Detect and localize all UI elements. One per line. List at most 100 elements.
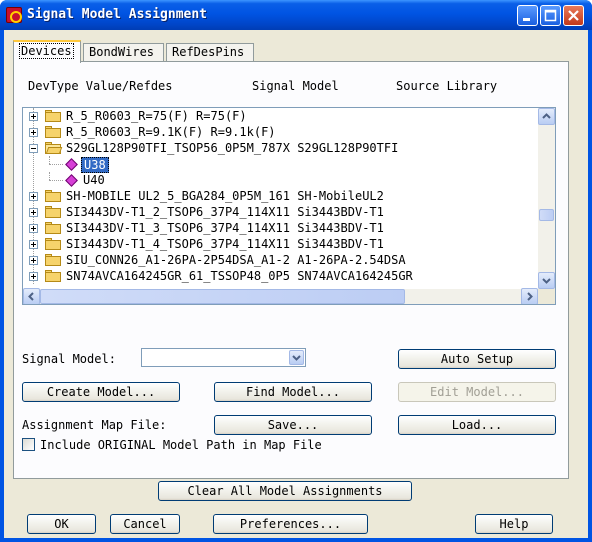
tree-item-label: SN74AVCA164245GR_61_TSSOP48_0P5 SN74AVCA…	[66, 269, 413, 283]
assignment-map-label: Assignment Map File:	[22, 418, 167, 432]
tree-item-label: SH-MOBILE UL2_5_BGA284_0P5M_161 SH-Mobil…	[66, 189, 384, 203]
chevron-left-icon	[28, 292, 34, 301]
tab-bondwires[interactable]: BondWires	[83, 43, 164, 62]
tree-device-item[interactable]: SIU_CONN26_A1-26PA-2P54DSA_A1-2 A1-26PA-…	[23, 252, 538, 268]
clear-all-assignments-button[interactable]: Clear All Model Assignments	[158, 481, 412, 501]
tree-item-label: SI3443DV-T1_4_TSOP6_37P4_114X11 Si3443BD…	[66, 237, 384, 251]
tab-devices[interactable]: Devices	[13, 40, 81, 63]
expand-icon[interactable]	[29, 192, 38, 201]
pin-icon	[65, 174, 78, 187]
find-model-button[interactable]: Find Model...	[214, 382, 372, 402]
expand-icon[interactable]	[29, 272, 38, 281]
folder-icon	[45, 254, 61, 266]
scroll-corner	[538, 289, 555, 304]
horizontal-scroll-thumb[interactable]	[40, 289, 405, 304]
column-signal-model: Signal Model	[252, 79, 339, 93]
vertical-scroll-thumb[interactable]	[539, 209, 554, 221]
tree-device-item[interactable]: SI3443DV-T1_4_TSOP6_37P4_114X11 Si3443BD…	[23, 236, 538, 252]
tree-device-item[interactable]: R_5_R0603_R=9.1K(F) R=9.1k(F)	[23, 124, 538, 140]
devices-panel: DevType Value/Refdes Signal Model Source…	[13, 61, 569, 501]
folder-icon	[45, 190, 61, 202]
auto-setup-button[interactable]: Auto Setup	[398, 349, 556, 369]
tab-bondwires-label: BondWires	[89, 45, 155, 59]
tree-item-label: R_5_R0603_R=75(F) R=75(F)	[66, 109, 247, 123]
device-tree[interactable]: R_5_R0603_R=75(F) R=75(F) R_5_R0603_R=9.1…	[22, 107, 556, 305]
tab-refdespins[interactable]: RefDesPins	[166, 43, 254, 62]
column-headers: DevType Value/Refdes Signal Model Source…	[14, 79, 568, 95]
tree-child-item[interactable]: U40	[23, 172, 538, 188]
minimize-icon	[523, 18, 530, 21]
column-devtype: DevType Value/Refdes	[28, 79, 173, 93]
chevron-right-icon	[527, 292, 533, 301]
chevron-down-icon	[292, 355, 301, 361]
tree-device-item[interactable]: SH-MOBILE UL2_5_BGA284_0P5M_161 SH-Mobil…	[23, 188, 538, 204]
create-model-button[interactable]: Create Model...	[22, 382, 180, 402]
dialog-client: Devices BondWires RefDesPins DevType Val…	[4, 30, 588, 538]
tree-item-label: U38	[81, 157, 109, 173]
scroll-up-button[interactable]	[538, 108, 555, 125]
scroll-down-button[interactable]	[538, 272, 555, 289]
save-button[interactable]: Save...	[214, 415, 372, 435]
pin-icon	[65, 158, 78, 171]
expand-icon[interactable]	[29, 112, 38, 121]
chevron-down-icon	[542, 278, 551, 284]
ok-button[interactable]: OK	[27, 514, 96, 534]
expand-icon[interactable]	[29, 256, 38, 265]
folder-icon	[45, 110, 61, 122]
tree-connector-line	[49, 164, 63, 165]
folder-icon	[45, 238, 61, 250]
app-icon[interactable]	[6, 7, 22, 23]
include-original-path-checkbox[interactable]	[22, 438, 35, 451]
edit-model-button[interactable]: Edit Model...	[398, 382, 556, 402]
window-title: Signal Model Assignment	[27, 7, 208, 22]
tree-device-item[interactable]: S29GL128P90TFI_TSOP56_0P5M_787X S29GL128…	[23, 140, 538, 156]
signal-model-select[interactable]	[141, 348, 306, 367]
maximize-icon	[544, 9, 557, 22]
expand-icon[interactable]	[29, 208, 38, 217]
maximize-button[interactable]	[540, 5, 561, 26]
tree-rows: R_5_R0603_R=75(F) R=75(F) R_5_R0603_R=9.1…	[23, 108, 538, 289]
vertical-scrollbar[interactable]	[538, 108, 555, 289]
tree-connector-line	[49, 180, 63, 181]
folder-icon	[45, 126, 61, 138]
scroll-right-button[interactable]	[521, 288, 538, 304]
expand-icon[interactable]	[29, 224, 38, 233]
cancel-button[interactable]: Cancel	[110, 514, 180, 534]
tree-device-item[interactable]: R_5_R0603_R=75(F) R=75(F)	[23, 108, 538, 124]
collapse-icon[interactable]	[29, 144, 38, 153]
column-source-library: Source Library	[396, 79, 498, 93]
tree-device-item[interactable]: SI3443DV-T1_3_TSOP6_37P4_114X11 Si3443BD…	[23, 220, 538, 236]
tab-refdespins-label: RefDesPins	[172, 45, 245, 59]
help-button[interactable]: Help	[475, 514, 553, 534]
dialog-window: Signal Model Assignment Devices BondWire…	[0, 0, 592, 542]
signal-model-dropdown-button[interactable]	[289, 350, 304, 365]
chevron-up-icon	[542, 113, 551, 119]
tree-item-label: R_5_R0603_R=9.1K(F) R=9.1k(F)	[66, 125, 276, 139]
signal-model-label: Signal Model:	[22, 352, 116, 366]
load-button[interactable]: Load...	[398, 415, 556, 435]
tab-devices-label: Devices	[19, 43, 74, 59]
tree-item-label: SI3443DV-T1_2_TSOP6_37P4_114X11 Si3443BD…	[66, 205, 384, 219]
tree-device-item[interactable]: SI3443DV-T1_2_TSOP6_37P4_114X11 Si3443BD…	[23, 204, 538, 220]
close-button[interactable]	[563, 5, 584, 26]
tree-connector-line	[49, 172, 50, 180]
minimize-button[interactable]	[517, 5, 538, 26]
folder-icon	[45, 142, 63, 154]
title-bar[interactable]: Signal Model Assignment	[0, 0, 592, 30]
folder-icon	[45, 206, 61, 218]
tree-device-item[interactable]: SN74AVCA164245GR_61_TSSOP48_0P5 SN74AVCA…	[23, 268, 538, 284]
folder-icon	[45, 270, 61, 282]
preferences-button[interactable]: Preferences...	[213, 514, 368, 534]
tree-item-label: SI3443DV-T1_3_TSOP6_37P4_114X11 Si3443BD…	[66, 221, 384, 235]
include-original-path-label: Include ORIGINAL Model Path in Map File	[40, 438, 322, 452]
tree-child-item[interactable]: U38	[23, 156, 538, 173]
scroll-left-button[interactable]	[23, 288, 40, 304]
expand-icon[interactable]	[29, 128, 38, 137]
close-icon	[568, 10, 579, 21]
tree-item-label: S29GL128P90TFI_TSOP56_0P5M_787X S29GL128…	[66, 141, 399, 155]
folder-icon	[45, 222, 61, 234]
tree-item-label: U40	[83, 173, 105, 187]
horizontal-scrollbar[interactable]	[23, 288, 538, 304]
expand-icon[interactable]	[29, 240, 38, 249]
tree-connector-line	[49, 156, 50, 164]
